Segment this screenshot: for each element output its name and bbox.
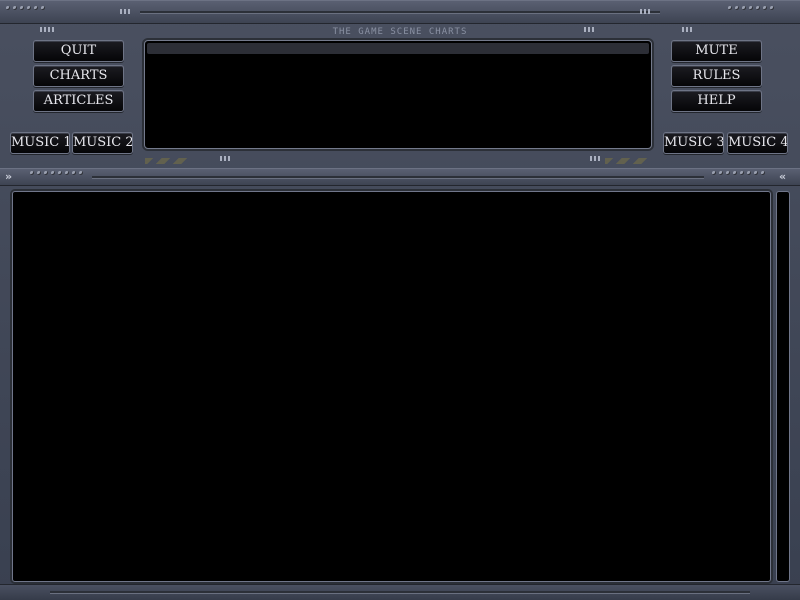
rivet-dots (6, 6, 45, 10)
middle-groove (92, 176, 704, 179)
hazard-stripes (605, 158, 650, 164)
tick-marks (220, 156, 230, 161)
charts-button[interactable]: CHARTS (33, 65, 124, 87)
info-display-header-bar (147, 43, 649, 54)
music-1-button[interactable]: MUSIC 1 (10, 132, 70, 154)
articles-button[interactable]: ARTICLES (33, 90, 124, 112)
chevron-right-icon: » (5, 170, 13, 183)
rivet-dots (728, 6, 774, 10)
help-button[interactable]: HELP (671, 90, 762, 112)
tick-marks (640, 9, 650, 14)
bottom-groove (50, 591, 750, 594)
bottom-frame (0, 584, 800, 600)
chevron-left-icon: « (779, 170, 787, 183)
main-content-panel (12, 191, 771, 582)
tick-marks (590, 156, 600, 161)
tick-marks (120, 9, 130, 14)
top-groove (140, 11, 660, 14)
tick-marks (40, 27, 54, 32)
vertical-scrollbar[interactable] (776, 191, 790, 582)
middle-frame: » « (0, 168, 800, 186)
app-window: THE GAME SCENE CHARTS QUIT CHARTS ARTICL… (0, 0, 800, 600)
rivet-dots (712, 171, 765, 175)
tick-marks (682, 27, 692, 32)
music-2-button[interactable]: MUSIC 2 (72, 132, 133, 154)
rules-button[interactable]: RULES (671, 65, 762, 87)
music-3-button[interactable]: MUSIC 3 (663, 132, 724, 154)
music-4-button[interactable]: MUSIC 4 (727, 132, 788, 154)
quit-button[interactable]: QUIT (33, 40, 124, 62)
mute-button[interactable]: MUTE (671, 40, 762, 62)
app-title: THE GAME SCENE CHARTS (332, 27, 468, 37)
info-display (144, 40, 652, 149)
hazard-stripes (145, 158, 190, 164)
top-frame (0, 0, 800, 24)
rivet-dots (30, 171, 83, 175)
